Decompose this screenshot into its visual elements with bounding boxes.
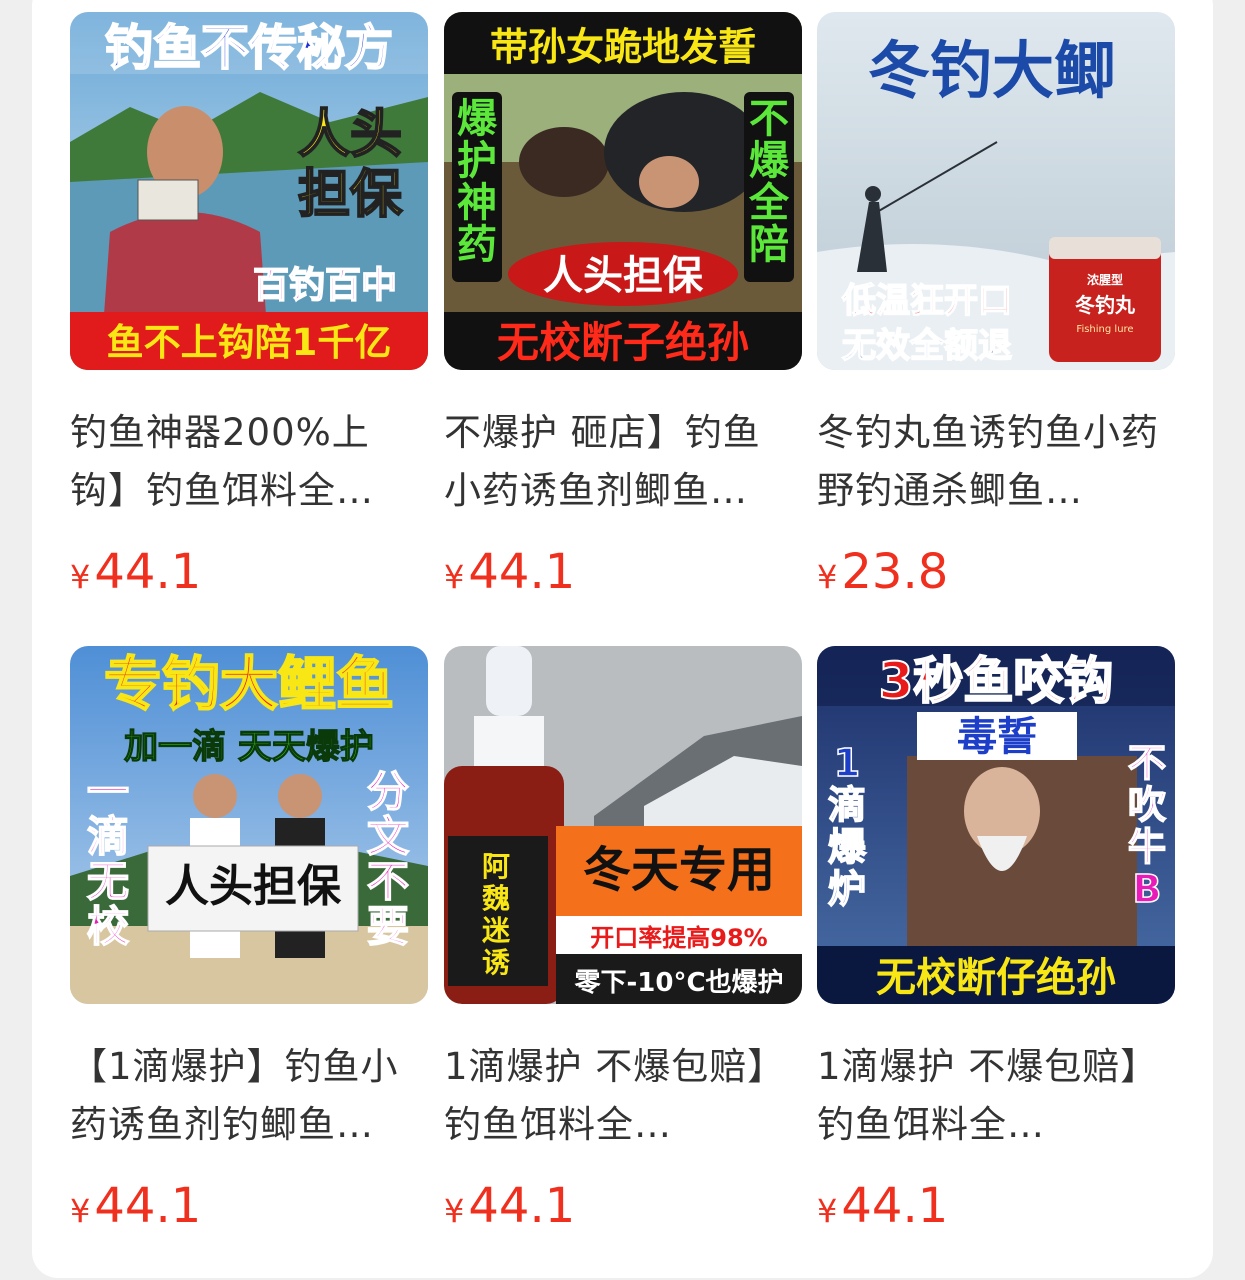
product-image: 带孙女跪地发誓 爆 护 神 药 不 爆 全 陪 人头担保 无校断子绝孙	[444, 12, 802, 370]
svg-text:分: 分	[367, 767, 409, 816]
product-card[interactable]: 3秒鱼咬钩 毒誓 1 滴 爆 炉 不 吹 牛 B 无校断仔绝孙 1滴爆护 不爆包…	[817, 646, 1175, 1234]
image-text: 低温狂开口	[842, 281, 1012, 321]
product-card[interactable]: 人头担保 专钓大鲤鱼 加一滴 天天爆护 一 滴 无 校 分 文 不 要 【1滴爆…	[70, 646, 428, 1234]
image-vertical-text: 不 吹 牛 B	[1127, 740, 1167, 912]
product-price: ¥44.1	[70, 1178, 428, 1234]
product-thumbnail[interactable]: 钓鱼不传秘方 人头 担保 百钓百中 鱼不上钩陪1千亿	[70, 12, 428, 370]
image-text: Fishing lure	[1076, 324, 1133, 335]
svg-text:药: 药	[457, 222, 497, 268]
product-image: 阿 魏 迷 诱 冬天专用 开口率提高98% 零下-10°C也爆护	[444, 646, 802, 1004]
image-text: 开口率提高98%	[590, 924, 767, 952]
svg-text:文: 文	[367, 812, 409, 861]
product-image: 人头担保 专钓大鲤鱼 加一滴 天天爆护 一 滴 无 校 分 文 不 要	[70, 646, 428, 1004]
image-text: 专钓大鲤鱼	[104, 650, 394, 718]
currency-symbol: ¥	[70, 558, 91, 596]
price-value: 23.8	[841, 544, 949, 600]
product-title[interactable]: 不爆护 砸店】钓鱼小药诱鱼剂鲫鱼…	[444, 404, 789, 520]
svg-text:神: 神	[457, 180, 497, 226]
svg-text:校: 校	[87, 902, 129, 951]
svg-text:吹: 吹	[1128, 783, 1166, 827]
image-text: 百钓百中	[253, 265, 397, 306]
image-vertical-text: 阿 魏 迷 诱	[482, 850, 511, 979]
svg-text:B: B	[1133, 867, 1162, 911]
svg-text:全: 全	[748, 180, 790, 226]
image-text: 担保	[298, 165, 403, 225]
product-price: ¥44.1	[817, 1178, 1175, 1234]
svg-text:不: 不	[367, 857, 409, 906]
image-text: 冬钓丸	[1075, 293, 1136, 317]
svg-text:陪: 陪	[749, 222, 789, 268]
product-card[interactable]: 钓鱼不传秘方 人头 担保 百钓百中 鱼不上钩陪1千亿 钓鱼神器200%上钩】钓鱼…	[70, 12, 428, 600]
product-title[interactable]: 冬钓丸鱼诱钓鱼小药野钓通杀鲫鱼…	[817, 404, 1162, 520]
product-title[interactable]: 1滴爆护 不爆包赔】钓鱼饵料全…	[444, 1038, 789, 1154]
svg-text:炉: 炉	[828, 867, 866, 911]
image-text: 钓鱼不传秘方	[105, 20, 393, 76]
currency-symbol: ¥	[817, 1192, 838, 1230]
svg-text:阿: 阿	[482, 850, 510, 883]
svg-text:诱: 诱	[482, 946, 510, 979]
svg-text:魏: 魏	[482, 882, 510, 915]
currency-symbol: ¥	[444, 1192, 465, 1230]
price-value: 44.1	[468, 1178, 576, 1234]
product-card[interactable]: 阿 魏 迷 诱 冬天专用 开口率提高98% 零下-10°C也爆护 1滴爆护 不爆…	[444, 646, 802, 1234]
product-price: ¥44.1	[444, 1178, 802, 1234]
image-text: 3秒鱼咬钩	[879, 652, 1114, 710]
svg-text:1: 1	[834, 741, 860, 785]
price-value: 44.1	[94, 1178, 202, 1234]
price-value: 44.1	[94, 544, 202, 600]
svg-text:不: 不	[749, 96, 789, 142]
svg-text:爆: 爆	[828, 825, 867, 869]
product-image: 冬钓大鲫 浓腥型 冬钓丸 Fishing lure 低温狂开口 无效全额退	[817, 12, 1175, 370]
image-text: 带孙女跪地发誓	[490, 25, 756, 69]
image-text: 人头担保	[543, 253, 704, 299]
product-price: ¥44.1	[444, 544, 802, 600]
product-thumbnail[interactable]: 阿 魏 迷 诱 冬天专用 开口率提高98% 零下-10°C也爆护	[444, 646, 802, 1004]
image-vertical-text: 分 文 不 要	[366, 766, 410, 952]
image-text: 浓腥型	[1087, 272, 1123, 287]
image-text: 无校断子绝孙	[497, 318, 749, 367]
svg-text:爆: 爆	[749, 138, 790, 184]
product-image: 钓鱼不传秘方 人头 担保 百钓百中 鱼不上钩陪1千亿	[70, 12, 428, 370]
product-card[interactable]: 带孙女跪地发誓 爆 护 神 药 不 爆 全 陪 人头担保 无校断子绝孙 不爆护 …	[444, 12, 802, 600]
product-title[interactable]: 1滴爆护 不爆包赔】钓鱼饵料全…	[817, 1038, 1162, 1154]
svg-text:一: 一	[87, 767, 129, 816]
svg-text:滴: 滴	[87, 812, 129, 861]
product-thumbnail[interactable]: 带孙女跪地发誓 爆 护 神 药 不 爆 全 陪 人头担保 无校断子绝孙	[444, 12, 802, 370]
product-title[interactable]: 【1滴爆护】钓鱼小药诱鱼剂钓鲫鱼…	[70, 1038, 415, 1154]
image-text: 人头	[298, 105, 402, 165]
svg-text:迷: 迷	[482, 914, 511, 947]
svg-text:不: 不	[1128, 741, 1166, 785]
product-thumbnail[interactable]: 3秒鱼咬钩 毒誓 1 滴 爆 炉 不 吹 牛 B 无校断仔绝孙	[817, 646, 1175, 1004]
product-price: ¥23.8	[817, 544, 1175, 600]
product-title[interactable]: 钓鱼神器200%上钩】钓鱼饵料全…	[70, 404, 415, 520]
product-thumbnail[interactable]: 人头担保 专钓大鲤鱼 加一滴 天天爆护 一 滴 无 校 分 文 不 要	[70, 646, 428, 1004]
svg-text:要: 要	[367, 902, 409, 951]
svg-text:无: 无	[87, 857, 129, 906]
image-vertical-text: 一 滴 无 校	[86, 766, 130, 952]
product-price: ¥44.1	[70, 544, 428, 600]
price-value: 44.1	[468, 544, 576, 600]
image-text: 加一滴 天天爆护	[124, 727, 374, 767]
image-text: 无效全额退	[842, 326, 1012, 366]
currency-symbol: ¥	[70, 1192, 91, 1230]
currency-symbol: ¥	[444, 558, 465, 596]
svg-text:牛: 牛	[1128, 825, 1166, 869]
product-card[interactable]: 冬钓大鲫 浓腥型 冬钓丸 Fishing lure 低温狂开口 无效全额退 冬钓…	[817, 12, 1175, 600]
currency-symbol: ¥	[817, 558, 838, 596]
image-text: 冬天专用	[583, 842, 775, 898]
product-image: 3秒鱼咬钩 毒誓 1 滴 爆 炉 不 吹 牛 B 无校断仔绝孙	[817, 646, 1175, 1004]
image-text: 无校断仔绝孙	[876, 955, 1116, 1001]
image-text: 鱼不上钩陪1千亿	[107, 321, 392, 364]
svg-text:爆: 爆	[457, 96, 498, 142]
svg-text:滴: 滴	[828, 783, 866, 827]
price-value: 44.1	[841, 1178, 949, 1234]
image-vertical-text: 不 爆 全 陪	[748, 96, 790, 268]
image-text: 人头担保	[165, 861, 342, 912]
svg-text:护: 护	[457, 138, 497, 184]
image-text: 毒誓	[957, 714, 1037, 760]
image-text: 零下-10°C也爆护	[574, 968, 783, 998]
image-text: 冬钓大鲫	[868, 34, 1116, 107]
product-thumbnail[interactable]: 冬钓大鲫 浓腥型 冬钓丸 Fishing lure 低温狂开口 无效全额退	[817, 12, 1175, 370]
image-vertical-text: 爆 护 神 药	[457, 96, 498, 268]
